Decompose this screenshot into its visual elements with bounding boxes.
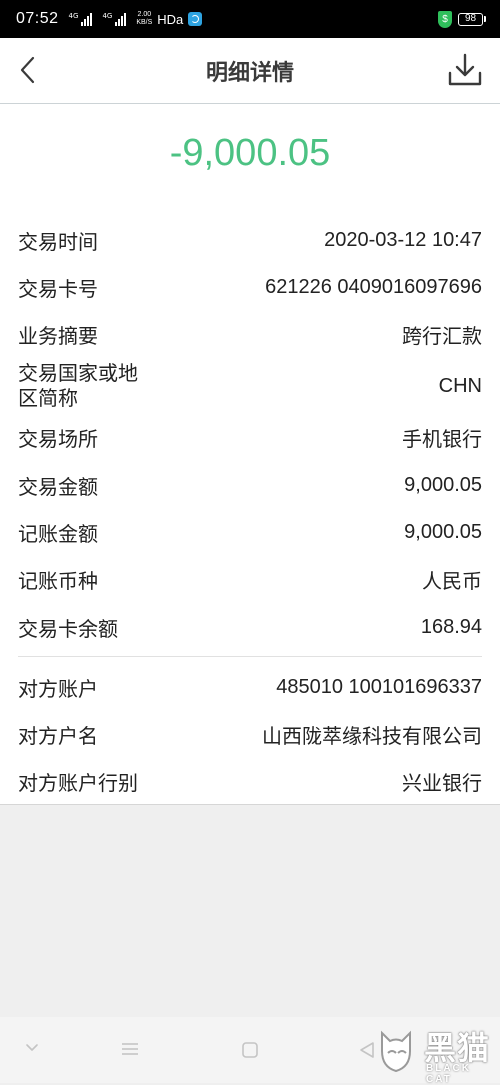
detail-row: 业务摘要 跨行汇款 (18, 319, 482, 349)
field-label: 交易卡余额 (18, 616, 118, 641)
field-label: 对方账户行别 (18, 770, 138, 795)
shield-icon: $ (438, 10, 452, 28)
menu-icon[interactable] (120, 1041, 140, 1057)
counterparty-row: 对方账户 485010 100101696337 (18, 672, 482, 702)
field-value: 2020-03-12 10:47 (324, 228, 482, 251)
counterparty-row: 对方账户行别 兴业银行 (18, 766, 482, 796)
signal-icon: 4G (102, 12, 127, 26)
field-label: 交易国家或地 区简称 (18, 361, 138, 410)
transaction-detail: -9,000.05 交易时间 2020-03-12 10:47 交易卡号 621… (0, 104, 500, 805)
field-label: 交易时间 (18, 229, 98, 254)
field-label: 交易金额 (18, 474, 98, 499)
field-value: 山西陇萃缘科技有限公司 (262, 723, 482, 748)
watermark-english: BLACK CAT (426, 1063, 471, 1085)
detail-row: 记账币种 人民币 (18, 564, 482, 594)
section-divider (18, 656, 482, 657)
download-button[interactable] (446, 51, 484, 89)
field-value: CHN (438, 374, 482, 397)
field-label: 对方账户 (18, 676, 98, 701)
transaction-amount: -9,000.05 (169, 132, 331, 174)
field-value: 485010 100101696337 (276, 675, 482, 698)
field-label: 记账金额 (18, 521, 98, 546)
signal-icon: 4G (69, 12, 93, 26)
cat-logo-icon (381, 1030, 411, 1073)
detail-row: 交易场所 手机银行 (18, 422, 482, 452)
download-icon (448, 53, 482, 86)
field-label: 交易场所 (18, 426, 98, 451)
field-value: 621226 0409016097696 (265, 275, 482, 298)
home-square-icon[interactable] (241, 1041, 259, 1059)
app-notification-icon (188, 12, 203, 26)
field-label: 交易卡号 (18, 276, 98, 301)
field-value: 兴业银行 (402, 770, 482, 795)
field-value: 168.94 (420, 615, 482, 638)
status-time: 07:52 (16, 10, 59, 27)
field-value: 跨行汇款 (402, 323, 482, 348)
field-value: 人民币 (422, 568, 482, 593)
detail-row: 记账金额 9,000.05 (18, 517, 482, 547)
header-bar: 明细详情 (0, 38, 500, 104)
status-bar: 07:52 4G 4G 2.00 KB/S HDa $ 98 (0, 0, 500, 38)
detail-row: 交易金额 9,000.05 (18, 470, 482, 500)
detail-row: 交易时间 2020-03-12 10:47 (18, 225, 482, 255)
field-value: 9,000.05 (404, 473, 482, 496)
detail-row: 交易国家或地 区简称 CHN (18, 359, 482, 413)
field-label: 记账币种 (18, 568, 98, 593)
network-speed: 2.00 KB/S (136, 11, 153, 26)
detail-row: 交易卡号 621226 0409016097696 (18, 272, 482, 302)
detail-row: 交易卡余额 168.94 (18, 612, 482, 642)
hd-indicator: HDa (157, 11, 184, 27)
black-cat-watermark: 黑猫 BLACK CAT (374, 1023, 494, 1085)
field-label: 对方户名 (18, 723, 98, 748)
page-title: 明细详情 (205, 61, 294, 86)
field-value: 手机银行 (402, 426, 482, 451)
counterparty-row: 对方户名 山西陇萃缘科技有限公司 (18, 719, 482, 749)
field-label: 业务摘要 (18, 323, 98, 348)
battery-icon: 98 (458, 12, 486, 26)
chevron-down-icon[interactable] (24, 1041, 40, 1055)
field-value: 9,000.05 (404, 520, 482, 543)
battery-level: 98 (458, 12, 483, 26)
